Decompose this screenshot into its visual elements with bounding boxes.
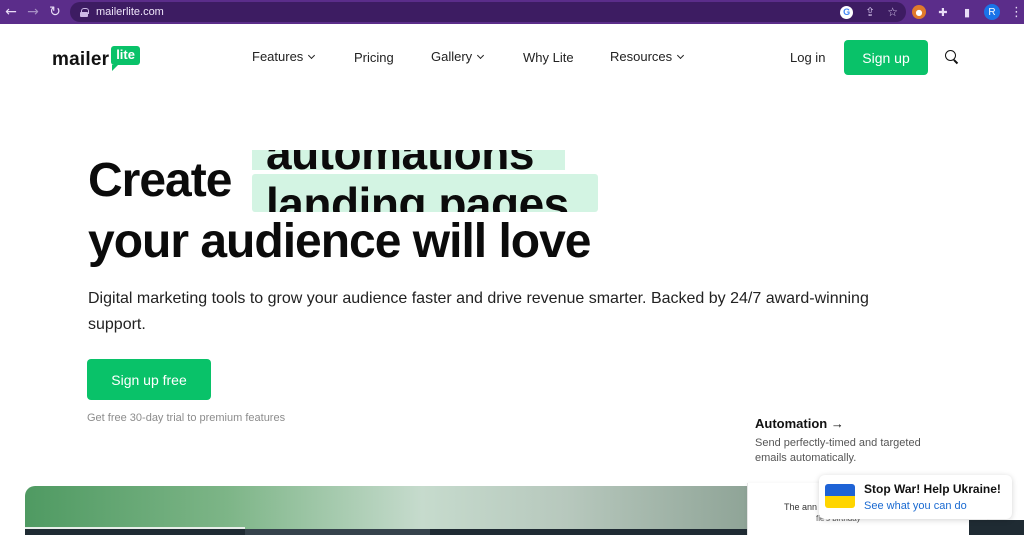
browser-toolbar: ← → ↻ mailerlite.com G ⇪ ☆ ● ✚ ▮ R ⋮ <box>0 0 1024 24</box>
preview-strip <box>969 520 1024 535</box>
hero-heading-line2: your audience will love <box>88 215 591 268</box>
back-arrow-icon[interactable]: ← <box>0 0 22 24</box>
star-icon[interactable]: ☆ <box>887 5 898 19</box>
lock-icon[interactable] <box>80 7 89 17</box>
sidebar-icon[interactable]: ▮ <box>960 5 974 19</box>
signup-free-button[interactable]: Sign up free <box>87 359 211 400</box>
forward-arrow-icon[interactable]: → <box>22 0 44 24</box>
reload-icon[interactable]: ↻ <box>44 0 66 24</box>
hero-rotating-words: automations landing pages <box>252 150 602 212</box>
rotating-word: automations <box>266 150 534 179</box>
ukraine-banner[interactable]: Stop War! Help Ukraine! See what you can… <box>819 475 1012 519</box>
nav-label: Pricing <box>354 50 394 65</box>
signup-button[interactable]: Sign up <box>844 40 928 75</box>
search-icon[interactable] <box>945 50 958 63</box>
preview-bar-segment <box>245 529 430 535</box>
nav-label: Gallery <box>431 49 473 64</box>
nav-pricing[interactable]: Pricing <box>354 50 394 65</box>
mailerlite-logo[interactable]: mailer lite <box>52 46 140 71</box>
puzzle-icon[interactable]: ✚ <box>936 5 950 19</box>
ukraine-banner-link[interactable]: See what you can do <box>864 500 967 512</box>
hero-subtitle: Digital marketing tools to grow your aud… <box>88 290 869 333</box>
nav-label: Features <box>252 49 304 64</box>
share-icon[interactable]: ⇪ <box>865 5 875 19</box>
logo-badge: lite <box>111 46 140 71</box>
profile-avatar[interactable]: R <box>984 4 1000 20</box>
rotating-word: landing pages <box>266 178 569 212</box>
google-icon[interactable]: G <box>840 5 854 19</box>
nav-why-lite[interactable]: Why Lite <box>523 50 574 65</box>
chevron-down-icon <box>477 51 485 59</box>
login-link[interactable]: Log in <box>790 50 825 65</box>
email-preview-text: The ann <box>784 502 818 512</box>
url-text[interactable]: mailerlite.com <box>96 6 164 18</box>
address-bar[interactable]: mailerlite.com G ⇪ ☆ <box>70 2 906 22</box>
hero-heading-create: Create <box>88 154 232 207</box>
logo-text: mailer <box>52 49 110 70</box>
chevron-down-icon <box>677 51 685 59</box>
feature-automation-link[interactable]: Automation → <box>755 416 844 431</box>
nav-gallery[interactable]: Gallery <box>431 49 485 64</box>
ukraine-banner-title: Stop War! Help Ukraine! <box>864 482 1001 496</box>
extension-icon[interactable]: ● <box>912 5 926 19</box>
ukraine-flag-icon <box>825 484 855 508</box>
nav-label: Resources <box>610 49 673 64</box>
trial-note: Get free 30-day trial to premium feature… <box>87 412 286 424</box>
menu-kebab-icon[interactable]: ⋮ <box>1010 5 1023 20</box>
nav-resources[interactable]: Resources <box>610 49 685 64</box>
nav-label: Why Lite <box>523 50 574 65</box>
nav-features[interactable]: Features <box>252 49 316 64</box>
feature-description: Send perfectly-timed and targeted emails… <box>755 437 921 464</box>
chevron-down-icon <box>308 51 316 59</box>
product-preview <box>25 486 747 535</box>
